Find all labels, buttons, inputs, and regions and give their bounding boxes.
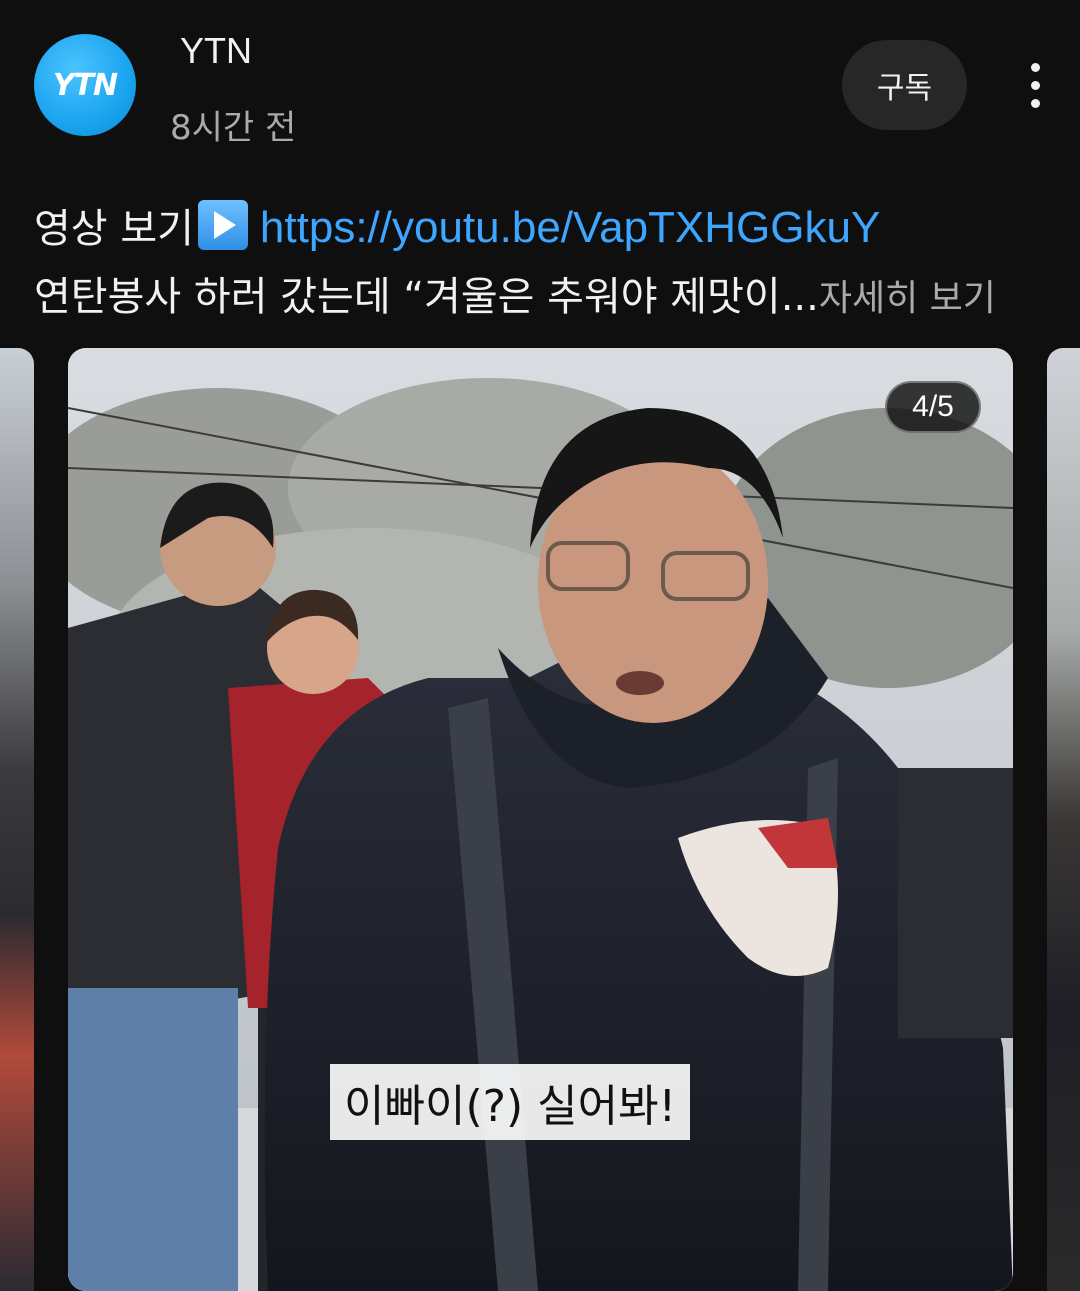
more-options-icon[interactable]	[1010, 55, 1060, 115]
post-image[interactable]: 4/5 이빠이(?) 실어봐!	[68, 348, 1013, 1291]
channel-avatar[interactable]: YTN	[34, 34, 136, 136]
image-counter-badge: 4/5	[885, 381, 981, 433]
community-post: YTN YTN 8시간 전 구독 영상 보기 https://youtu.be/V…	[0, 0, 1080, 1291]
post-text-line2: 연탄봉사 하러 갔는데 “겨울은 추워야 제맛이...자세히 보기	[34, 264, 996, 322]
play-button-icon	[197, 200, 248, 250]
post-text-line1: 영상 보기 https://youtu.be/VapTXHGGkuY	[34, 196, 880, 254]
video-caption: 이빠이(?) 실어봐!	[330, 1064, 691, 1140]
next-image-peek[interactable]	[1047, 348, 1080, 1291]
avatar-logo-text: YTN	[52, 67, 118, 103]
subscribe-button[interactable]: 구독	[842, 40, 967, 130]
previous-image-peek[interactable]	[0, 348, 34, 1291]
post-text-prefix: 영상 보기	[34, 206, 194, 252]
more-dot	[1030, 98, 1040, 108]
see-more-link[interactable]: 자세히 보기	[819, 278, 996, 319]
news-photo-illustration	[68, 348, 1013, 1291]
post-timestamp: 8시간 전	[170, 108, 297, 148]
video-link[interactable]: https://youtu.be/VapTXHGGkuY	[260, 203, 880, 252]
more-dot	[1030, 62, 1040, 72]
channel-name[interactable]: YTN	[180, 30, 252, 72]
more-dot	[1030, 80, 1040, 90]
post-body-text: 연탄봉사 하러 갔는데 “겨울은 추워야 제맛이...	[34, 274, 819, 320]
